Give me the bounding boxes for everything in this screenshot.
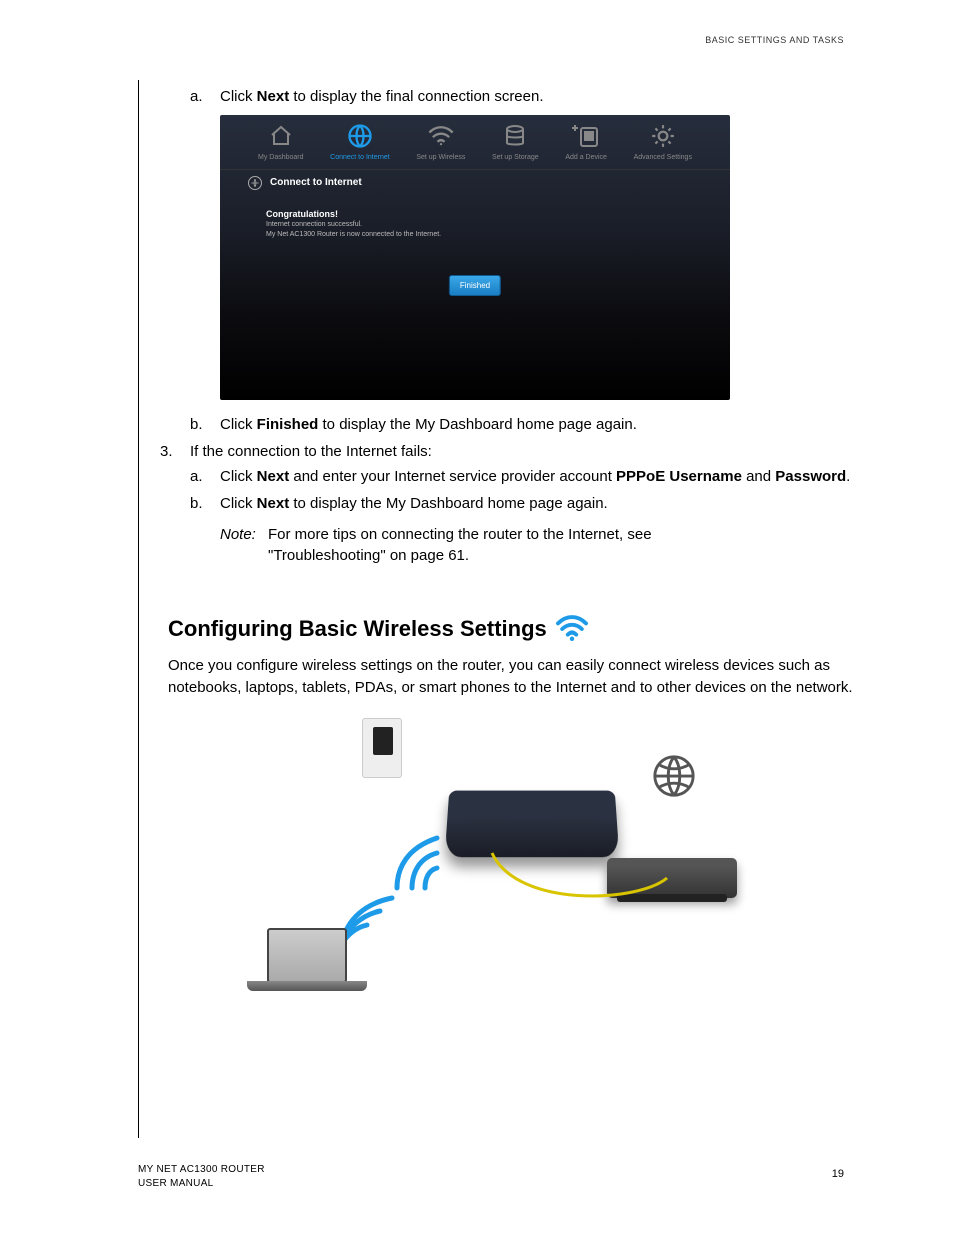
section-title-bar: Connect to Internet	[220, 170, 730, 196]
finished-button[interactable]: Finished	[449, 275, 501, 296]
list-text: Click Next to display the final connecti…	[220, 86, 544, 107]
congrats-title: Congratulations!	[266, 208, 684, 221]
nav-connect-internet[interactable]: Connect to Internet	[330, 123, 390, 163]
bold-text: PPPoE Username	[616, 468, 742, 485]
globe-icon-small	[248, 176, 262, 190]
nav-wireless[interactable]: Set up Wireless	[416, 123, 465, 163]
wifi-icon	[427, 125, 455, 147]
network-diagram	[247, 718, 767, 1018]
wifi-icon	[555, 615, 589, 643]
wall-outlet	[362, 718, 402, 778]
nav-advanced[interactable]: Advanced Settings	[634, 123, 692, 163]
nav-add-device[interactable]: Add a Device	[565, 123, 607, 163]
globe-icon	[346, 122, 374, 150]
section-title-text: Connect to Internet	[270, 176, 362, 190]
footer-product-name: MY NET AC1300 ROUTER USER MANUAL	[138, 1163, 265, 1191]
congrats-block: Congratulations! Internet connection suc…	[220, 196, 730, 246]
congrats-line: My Net AC1300 Router is now connected to…	[266, 230, 684, 240]
storage-icon	[502, 124, 528, 148]
text-fragment: and	[742, 468, 775, 485]
text-fragment: Click	[220, 416, 257, 433]
nav-storage[interactable]: Set up Storage	[492, 123, 539, 163]
text-fragment: to display the My Dashboard home page ag…	[289, 495, 608, 512]
list-text: If the connection to the Internet fails:	[190, 441, 432, 462]
list-marker: b.	[190, 493, 220, 514]
list-subitem: a. Click Next to display the final conne…	[190, 86, 854, 107]
vertical-rule	[138, 80, 139, 1138]
text-fragment: Click	[220, 468, 257, 485]
router-ui-screenshot: My Dashboard Connect to Internet Set up …	[220, 115, 730, 400]
text-fragment: to display the final connection screen.	[289, 88, 543, 105]
globe-icon	[651, 753, 697, 799]
bold-text: Next	[257, 468, 290, 485]
laptop-device	[247, 928, 367, 1008]
bold-text: Finished	[257, 416, 319, 433]
home-icon	[268, 124, 294, 148]
bold-text: Next	[257, 495, 290, 512]
list-marker: 3.	[160, 441, 190, 462]
text-fragment: Click	[220, 495, 257, 512]
list-text: Click Next and enter your Internet servi…	[220, 466, 850, 487]
text-fragment: Click	[220, 88, 257, 105]
list-item: 3. If the connection to the Internet fai…	[160, 441, 854, 462]
page-number: 19	[832, 1168, 844, 1180]
nav-label: My Dashboard	[258, 153, 304, 163]
list-subitem: a. Click Next and enter your Internet se…	[190, 466, 854, 487]
list-subitem: b. Click Finished to display the My Dash…	[190, 414, 854, 435]
nav-label: Connect to Internet	[330, 153, 390, 163]
nav-label: Set up Wireless	[416, 153, 465, 163]
nav-dashboard[interactable]: My Dashboard	[258, 123, 304, 163]
bold-text: Next	[257, 88, 290, 105]
list-marker: a.	[190, 466, 220, 487]
text-fragment: and enter your Internet service provider…	[289, 468, 616, 485]
nav-label: Advanced Settings	[634, 153, 692, 163]
gear-icon	[650, 123, 676, 149]
list-marker: b.	[190, 414, 220, 435]
page-header-section: BASIC SETTINGS AND TASKS	[705, 35, 844, 45]
note-label: Note:	[220, 524, 268, 566]
text-fragment: .	[846, 468, 850, 485]
footer-line: USER MANUAL	[138, 1177, 265, 1191]
note-text: For more tips on connecting the router t…	[268, 524, 688, 566]
section-heading: Configuring Basic Wireless Settings	[168, 614, 854, 645]
ethernet-cable	[487, 848, 687, 918]
heading-text: Configuring Basic Wireless Settings	[168, 614, 547, 645]
text-fragment: to display the My Dashboard home page ag…	[318, 416, 637, 433]
list-subitem: b. Click Next to display the My Dashboar…	[190, 493, 854, 514]
list-text: Click Next to display the My Dashboard h…	[220, 493, 608, 514]
router-nav: My Dashboard Connect to Internet Set up …	[220, 115, 730, 170]
nav-label: Set up Storage	[492, 153, 539, 163]
add-device-icon	[571, 123, 601, 149]
nav-label: Add a Device	[565, 153, 607, 163]
list-marker: a.	[190, 86, 220, 107]
section-paragraph: Once you configure wireless settings on …	[168, 655, 854, 699]
congrats-line: Internet connection successful.	[266, 220, 684, 230]
wifi-signal-router	[377, 828, 457, 898]
bold-text: Password	[775, 468, 846, 485]
note-block: Note: For more tips on connecting the ro…	[220, 524, 854, 566]
footer-line: MY NET AC1300 ROUTER	[138, 1163, 265, 1177]
list-text: Click Finished to display the My Dashboa…	[220, 414, 637, 435]
